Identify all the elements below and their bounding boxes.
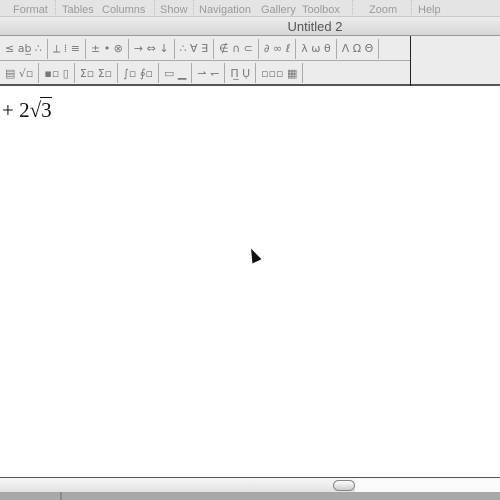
arrows-palette[interactable]: → ⇔ ↓ xyxy=(129,38,175,59)
spaces-palette[interactable]: ⟂ ⁞ ≡ xyxy=(48,38,86,59)
greek-lower-palette[interactable]: λ ω θ xyxy=(296,38,337,59)
window-bottom-edge xyxy=(0,492,500,500)
menu-gallery[interactable]: Gallery xyxy=(261,4,296,16)
menu-format[interactable]: Format xyxy=(13,4,48,16)
menu-navigation[interactable]: Navigation xyxy=(199,4,251,16)
greek-upper-palette[interactable]: Λ Ω Θ xyxy=(337,38,380,59)
menu-help[interactable]: Help xyxy=(418,4,441,16)
equation: + 2√3 xyxy=(2,97,52,123)
mouse-pointer-icon xyxy=(246,246,262,264)
menu-toolbox[interactable]: Toolbox xyxy=(302,4,340,16)
menu-bar: Format Tables Columns Show Navigation Ga… xyxy=(0,0,500,17)
template-palette-row: ▤ √▫ ▪▫ ▯ Σ▫ Σ▫ ∫▫ ∮▫ ▭ ▁ ⇀ ↽ Π̲ Ụ ▫▫▫ ▦ xyxy=(0,61,410,85)
menu-show[interactable]: Show xyxy=(160,4,188,16)
misc-symbols-palette[interactable]: ∂ ∞ ℓ xyxy=(259,38,297,59)
products-palette[interactable]: Π̲ Ụ xyxy=(225,63,257,83)
logic-palette[interactable]: ∴ ∀ ∃ xyxy=(175,38,215,59)
menu-zoom[interactable]: Zoom xyxy=(369,4,397,16)
scrollbar-track[interactable] xyxy=(355,479,500,492)
operators-palette[interactable]: ± • ⊗ xyxy=(86,38,129,59)
matrix-palette[interactable]: ▫▫▫ ▦ xyxy=(256,63,304,83)
relations-palette[interactable]: ≤ ab̲ ∴ xyxy=(0,38,48,59)
fraction-radical-palette[interactable]: ▤ √▫ xyxy=(0,63,40,83)
scrollbar-thumb[interactable] xyxy=(333,480,355,491)
overbar-palette[interactable]: ▭ ▁ xyxy=(159,63,193,83)
menu-columns[interactable]: Columns xyxy=(102,4,145,16)
menu-tables[interactable]: Tables xyxy=(62,4,94,16)
sets-palette[interactable]: ∉ ∩ ⊂ xyxy=(214,38,259,59)
toolbar-divider xyxy=(410,36,411,86)
symbol-palette-row: ≤ ab̲ ∴ ⟂ ⁞ ≡ ± • ⊗ → ⇔ ↓ ∴ ∀ ∃ ∉ ∩ ⊂ ∂ … xyxy=(0,37,410,61)
radicand: 3 xyxy=(40,97,52,122)
integral-palette[interactable]: ∫▫ ∮▫ xyxy=(118,63,160,83)
window-title-bar[interactable]: Untitled 2 xyxy=(0,17,500,36)
horizontal-scrollbar[interactable] xyxy=(0,477,500,492)
window-title: Untitled 2 xyxy=(287,19,343,34)
symbol-toolbar: ≤ ab̲ ∴ ⟂ ⁞ ≡ ± • ⊗ → ⇔ ↓ ∴ ∀ ∃ ∉ ∩ ⊂ ∂ … xyxy=(0,36,500,86)
summation-palette[interactable]: Σ▫ Σ▫ xyxy=(75,63,119,83)
equation-editor-area[interactable]: + 2√3 xyxy=(0,88,500,477)
labeled-arrow-palette[interactable]: ⇀ ↽ xyxy=(192,63,226,83)
equation-term: + 2 xyxy=(2,98,30,122)
subscript-palette[interactable]: ▪▫ ▯ xyxy=(39,63,75,83)
